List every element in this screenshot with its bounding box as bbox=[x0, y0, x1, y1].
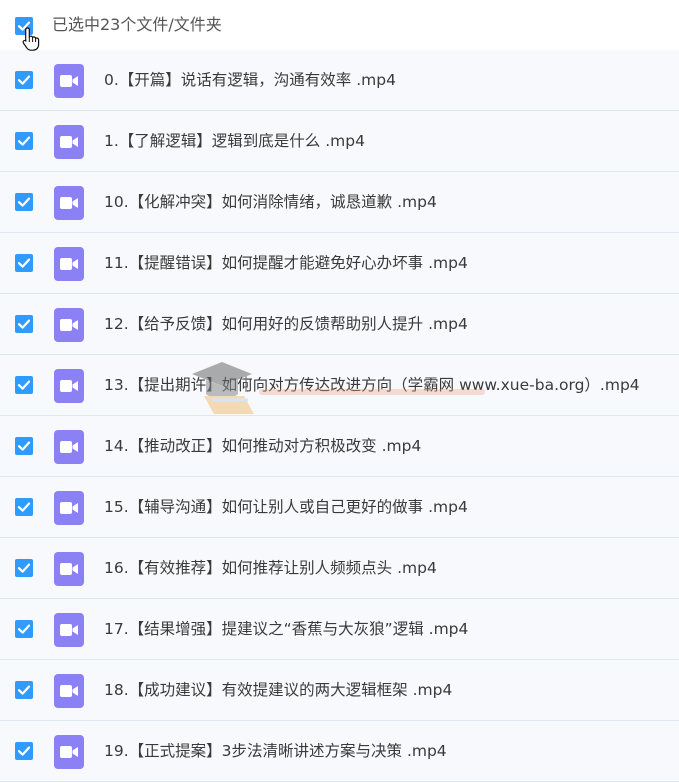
file-name[interactable]: 19.【正式提案】3步法清晰讲述方案与决策 .mp4 bbox=[104, 740, 447, 762]
file-row[interactable]: 1.【了解逻辑】逻辑到底是什么 .mp4 bbox=[0, 111, 679, 172]
checkbox-checked-icon bbox=[17, 380, 31, 390]
file-checkbox[interactable] bbox=[15, 437, 33, 455]
checkbox-checked-icon bbox=[17, 136, 31, 146]
file-name[interactable]: 16.【有效推荐】如何推荐让别人频频点头 .mp4 bbox=[104, 557, 437, 579]
video-file-icon bbox=[54, 125, 84, 159]
file-checkbox[interactable] bbox=[15, 559, 33, 577]
file-row[interactable]: 0.【开篇】说话有逻辑，沟通有效率 .mp4 bbox=[0, 50, 679, 111]
checkbox-checked-icon bbox=[17, 441, 31, 451]
video-file-icon bbox=[54, 308, 84, 342]
file-checkbox[interactable] bbox=[15, 132, 33, 150]
selection-count-text: 已选中23个文件/文件夹 bbox=[52, 15, 222, 34]
checkbox-checked-icon bbox=[17, 319, 31, 329]
file-row[interactable]: 19.【正式提案】3步法清晰讲述方案与决策 .mp4 bbox=[0, 721, 679, 782]
checkbox-checked-icon bbox=[17, 502, 31, 512]
file-list: 0.【开篇】说话有逻辑，沟通有效率 .mp4 1.【了解逻辑】逻辑到底是什么 .… bbox=[0, 50, 679, 782]
file-checkbox[interactable] bbox=[15, 498, 33, 516]
file-name[interactable]: 10.【化解冲突】如何消除情绪，诚恳道歉 .mp4 bbox=[104, 191, 437, 213]
video-file-icon bbox=[54, 552, 84, 586]
video-file-icon bbox=[54, 613, 84, 647]
checkbox-checked-icon bbox=[17, 746, 31, 756]
file-name[interactable]: 18.【成功建议】有效提建议的两大逻辑框架 .mp4 bbox=[104, 679, 452, 701]
checkbox-checked-icon bbox=[17, 563, 31, 573]
file-checkbox[interactable] bbox=[15, 376, 33, 394]
file-checkbox[interactable] bbox=[15, 254, 33, 272]
checkbox-checked-icon bbox=[17, 685, 31, 695]
file-name[interactable]: 12.【给予反馈】如何用好的反馈帮助别人提升 .mp4 bbox=[104, 313, 468, 335]
file-row[interactable]: 12.【给予反馈】如何用好的反馈帮助别人提升 .mp4 bbox=[0, 294, 679, 355]
hand-pointer-icon bbox=[22, 27, 40, 51]
selection-header: 已选中23个文件/文件夹 bbox=[0, 0, 679, 50]
file-row[interactable]: 10.【化解冲突】如何消除情绪，诚恳道歉 .mp4 bbox=[0, 172, 679, 233]
file-checkbox[interactable] bbox=[15, 742, 33, 760]
checkbox-checked-icon bbox=[17, 75, 31, 85]
file-row[interactable]: 17.【结果增强】提建议之“香蕉与大灰狼”逻辑 .mp4 bbox=[0, 599, 679, 660]
video-file-icon bbox=[54, 735, 84, 769]
file-name[interactable]: 14.【推动改正】如何推动对方积极改变 .mp4 bbox=[104, 435, 421, 457]
video-file-icon bbox=[54, 430, 84, 464]
checkbox-checked-icon bbox=[17, 258, 31, 268]
file-row[interactable]: 13.【提出期许】如何向对方传达改进方向（学霸网 www.xue-ba.org）… bbox=[0, 355, 679, 416]
file-checkbox[interactable] bbox=[15, 315, 33, 333]
file-checkbox[interactable] bbox=[15, 193, 33, 211]
file-name[interactable]: 15.【辅导沟通】如何让别人或自己更好的做事 .mp4 bbox=[104, 496, 468, 518]
video-file-icon bbox=[54, 369, 84, 403]
file-row[interactable]: 14.【推动改正】如何推动对方积极改变 .mp4 bbox=[0, 416, 679, 477]
file-name[interactable]: 0.【开篇】说话有逻辑，沟通有效率 .mp4 bbox=[104, 69, 396, 91]
file-name[interactable]: 17.【结果增强】提建议之“香蕉与大灰狼”逻辑 .mp4 bbox=[104, 618, 468, 640]
file-name[interactable]: 11.【提醒错误】如何提醒才能避免好心办坏事 .mp4 bbox=[104, 252, 468, 274]
checkbox-checked-icon bbox=[17, 624, 31, 634]
file-row[interactable]: 18.【成功建议】有效提建议的两大逻辑框架 .mp4 bbox=[0, 660, 679, 721]
file-checkbox[interactable] bbox=[15, 71, 33, 89]
file-row[interactable]: 15.【辅导沟通】如何让别人或自己更好的做事 .mp4 bbox=[0, 477, 679, 538]
video-file-icon bbox=[54, 491, 84, 525]
video-file-icon bbox=[54, 186, 84, 220]
video-file-icon bbox=[54, 64, 84, 98]
video-file-icon bbox=[54, 247, 84, 281]
file-name[interactable]: 1.【了解逻辑】逻辑到底是什么 .mp4 bbox=[104, 130, 365, 152]
file-row[interactable]: 16.【有效推荐】如何推荐让别人频频点头 .mp4 bbox=[0, 538, 679, 599]
video-file-icon bbox=[54, 674, 84, 708]
file-checkbox[interactable] bbox=[15, 681, 33, 699]
file-row[interactable]: 11.【提醒错误】如何提醒才能避免好心办坏事 .mp4 bbox=[0, 233, 679, 294]
file-name[interactable]: 13.【提出期许】如何向对方传达改进方向（学霸网 www.xue-ba.org）… bbox=[104, 374, 640, 396]
file-checkbox[interactable] bbox=[15, 620, 33, 638]
checkbox-checked-icon bbox=[17, 197, 31, 207]
